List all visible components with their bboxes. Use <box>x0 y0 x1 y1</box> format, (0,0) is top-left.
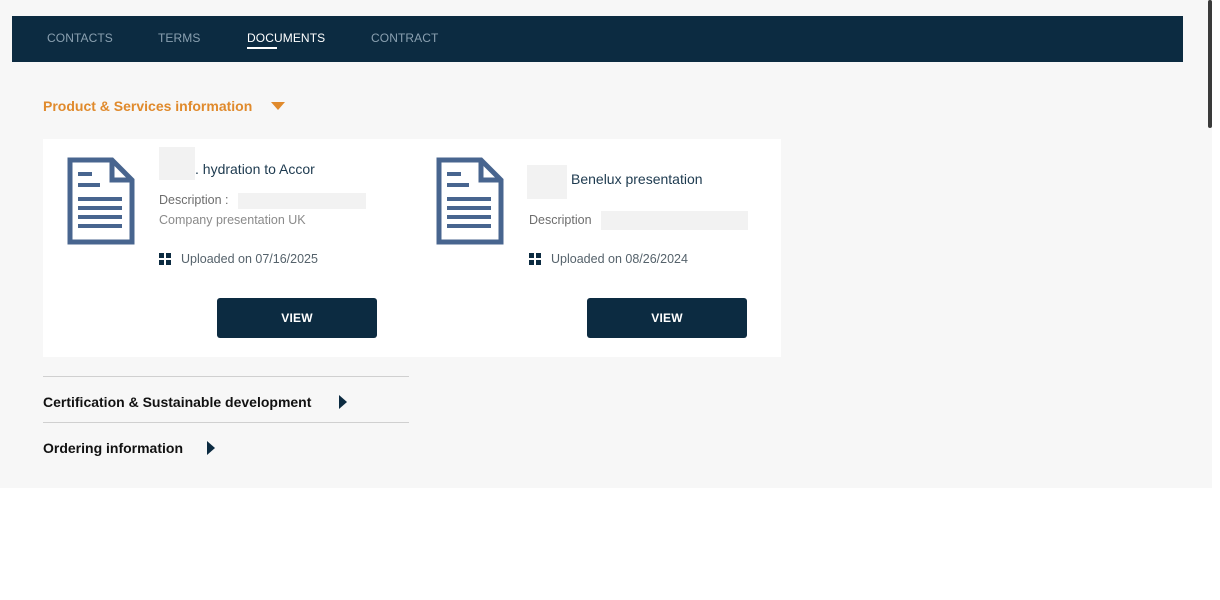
section-divider <box>43 376 409 377</box>
redacted-block <box>159 147 195 180</box>
description-value: Company presentation UK <box>159 213 306 227</box>
upload-date: Uploaded on 07/16/2025 <box>181 252 318 266</box>
view-button[interactable]: VIEW <box>587 298 747 338</box>
section-header-ordering[interactable]: Ordering information <box>43 440 183 456</box>
section-header-certification[interactable]: Certification & Sustainable development <box>43 394 311 410</box>
section-divider <box>43 422 409 423</box>
tab-documents[interactable]: DOCUMENTS <box>247 31 325 49</box>
grid-icon <box>529 253 541 265</box>
upload-date: Uploaded on 08/26/2024 <box>551 252 688 266</box>
document-icon <box>67 157 135 245</box>
redacted-block <box>527 165 567 199</box>
tab-contacts[interactable]: CONTACTS <box>47 31 113 45</box>
grid-icon <box>159 253 171 265</box>
top-navigation-bar: CONTACTS TERMS DOCUMENTS CONTRACT <box>12 16 1183 62</box>
caret-right-icon[interactable] <box>339 395 347 409</box>
document-title: . hydration to Accor <box>195 161 315 177</box>
description-label: Description : <box>159 193 229 207</box>
description-label: Description <box>529 213 592 227</box>
section-header-product-services[interactable]: Product & Services information <box>43 98 252 114</box>
tab-terms[interactable]: TERMS <box>158 31 201 45</box>
tab-contract[interactable]: CONTRACT <box>371 31 438 45</box>
view-button[interactable]: VIEW <box>217 298 377 338</box>
redacted-block <box>238 193 366 209</box>
page-scrollbar[interactable] <box>1208 0 1212 128</box>
caret-right-icon[interactable] <box>207 441 215 455</box>
document-title: Benelux presentation <box>571 171 703 187</box>
redacted-block <box>601 211 748 230</box>
caret-down-icon[interactable] <box>271 102 285 110</box>
document-icon <box>436 157 504 245</box>
